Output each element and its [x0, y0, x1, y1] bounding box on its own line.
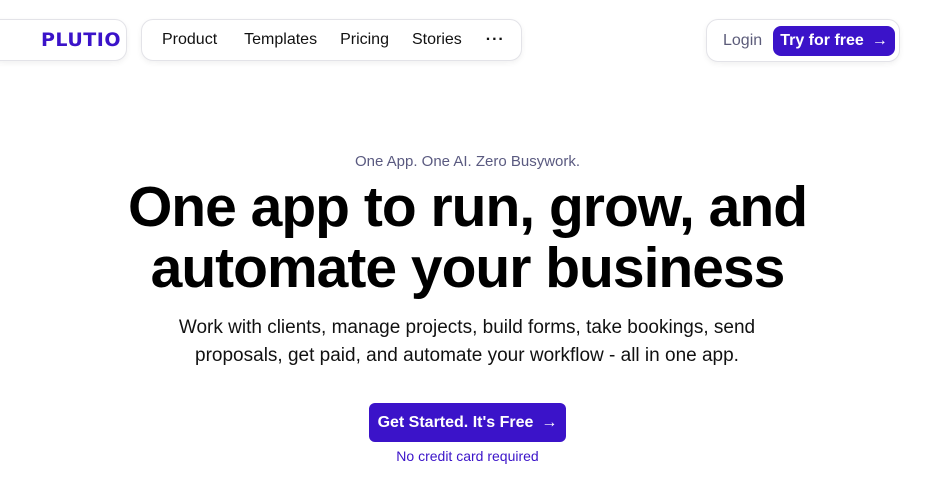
nav-item-stories[interactable]: Stories: [412, 31, 462, 49]
get-started-label: Get Started. It's Free: [377, 413, 534, 431]
no-credit-card-note: No credit card required: [396, 448, 539, 464]
try-for-free-label: Try for free: [780, 32, 864, 49]
main-nav: Product Templates Pricing Stories ···: [141, 19, 522, 61]
nav-item-product[interactable]: Product: [162, 31, 217, 49]
arrow-right-icon: →: [871, 32, 888, 49]
get-started-button[interactable]: Get Started. It's Free →: [369, 403, 566, 442]
auth-container: Login Try for free →: [706, 19, 900, 62]
headline-line-2: automate your business: [150, 236, 786, 300]
nav-item-templates[interactable]: Templates: [244, 31, 317, 49]
nav-item-pricing[interactable]: Pricing: [340, 31, 389, 49]
subtext-line-2: proposals, get paid, and automate your w…: [195, 345, 739, 366]
hero-eyebrow: One App. One AI. Zero Busywork.: [354, 153, 581, 170]
headline-line-1: One app to run, grow, and: [127, 175, 808, 239]
hero-headline: One app to run, grow, and automate your …: [0, 177, 935, 299]
landing-page: PLUTIO Product Templates Pricing Stories…: [0, 0, 935, 503]
try-for-free-button[interactable]: Try for free →: [773, 26, 895, 56]
hero-subtext: Work with clients, manage projects, buil…: [117, 314, 817, 370]
arrow-right-icon: →: [541, 413, 558, 431]
subtext-line-1: Work with clients, manage projects, buil…: [178, 317, 756, 338]
plutio-logo[interactable]: PLUTIO: [41, 29, 121, 51]
logo-container[interactable]: PLUTIO: [0, 19, 127, 61]
more-dots-icon[interactable]: ···: [486, 31, 505, 49]
login-link[interactable]: Login: [723, 32, 762, 50]
